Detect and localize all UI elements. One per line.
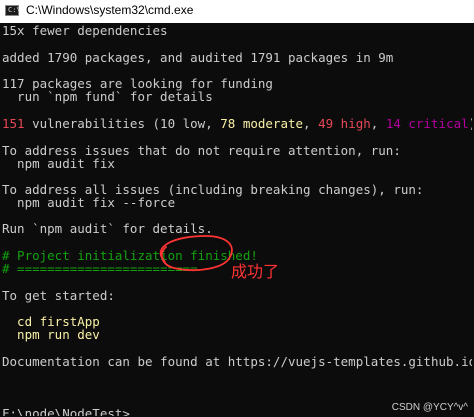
watermark: CSDN @YCY^v^ bbox=[391, 402, 468, 413]
annotation-text: 成功了 bbox=[231, 262, 280, 281]
annotation-circle bbox=[159, 235, 233, 271]
